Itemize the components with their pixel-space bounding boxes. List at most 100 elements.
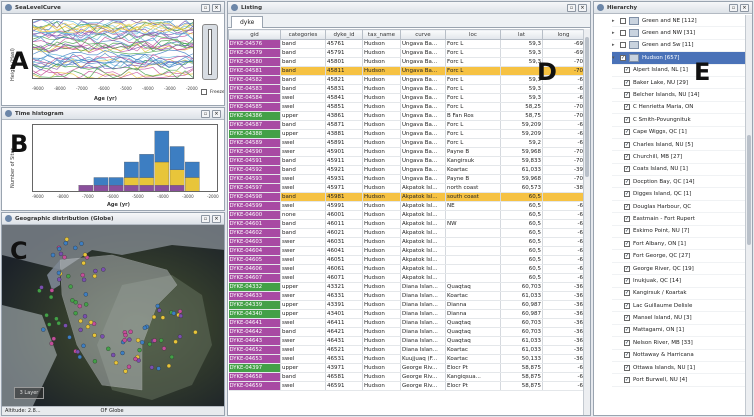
site-marker[interactable] — [78, 318, 83, 324]
tree-checkbox[interactable]: ✓ — [624, 364, 630, 371]
tree-checkbox[interactable]: ✓ — [624, 92, 630, 99]
tree-checkbox[interactable]: ✓ — [624, 79, 630, 86]
tree-item[interactable]: ✓ Port Burwell, NU [4] — [612, 374, 746, 387]
tree-checkbox[interactable]: ✓ — [624, 104, 630, 111]
site-marker[interactable] — [49, 288, 55, 293]
site-marker[interactable] — [62, 255, 67, 260]
tree-checkbox[interactable]: ✓ — [620, 54, 626, 61]
table-row[interactable]: DYKE-04397 upper 43971 Hudson George Riv... E… — [228, 363, 584, 373]
site-marker[interactable] — [152, 338, 157, 343]
site-marker[interactable] — [173, 339, 178, 344]
minimize-button[interactable]: ▫ — [201, 3, 210, 12]
site-marker[interactable] — [92, 359, 98, 364]
site-marker[interactable] — [133, 356, 138, 362]
column-header-curve[interactable]: curve — [400, 29, 446, 40]
site-marker[interactable] — [63, 323, 68, 328]
site-marker[interactable] — [80, 272, 85, 278]
site-marker[interactable] — [81, 343, 86, 348]
tree-item[interactable]: ✓ Nottaway & Harricana — [612, 350, 746, 362]
site-marker[interactable] — [56, 321, 61, 326]
table-row[interactable]: DYKE-04602 band 46021 Hudson Akpatok Isl... 6… — [228, 228, 584, 238]
tree-item[interactable]: ✓ Mattagami, ON [1] — [612, 325, 746, 338]
table-row[interactable]: DYKE-04607 swel 46071 Hudson Akpatok Isl... 6… — [228, 273, 584, 283]
globe-view[interactable]: 3 Layer — [2, 225, 224, 408]
site-marker[interactable] — [126, 364, 132, 369]
site-marker[interactable] — [147, 342, 152, 347]
tree-checkbox[interactable]: ✓ — [624, 203, 630, 210]
tree-item[interactable]: ▸ Green and NE [112] — [612, 15, 746, 28]
site-marker[interactable] — [49, 341, 54, 346]
close-button[interactable]: × — [740, 3, 749, 12]
site-marker[interactable] — [44, 313, 49, 318]
tree-checkbox[interactable]: ✓ — [624, 352, 630, 359]
tree-item[interactable]: ✓ Fort George, QC [27] — [612, 250, 746, 263]
table-row[interactable]: DYKE-04641 swel 46411 Hudson Diana Islan... Q… — [228, 318, 584, 328]
tree-item[interactable]: ✓ Nelson River, MB [33] — [612, 337, 746, 350]
table-row[interactable]: DYKE-04597 swel 45971 Hudson Akpatok Isl... n… — [228, 183, 584, 193]
site-marker[interactable] — [113, 360, 119, 365]
site-marker[interactable] — [169, 354, 174, 360]
column-header-long[interactable]: long — [542, 29, 584, 40]
site-marker[interactable] — [142, 325, 147, 330]
table-row[interactable]: DYKE-04604 swer 46041 Hudson Akpatok Isl... 6… — [228, 246, 584, 256]
column-header-categories[interactable]: categories — [280, 29, 326, 40]
tree-checkbox[interactable]: ✓ — [624, 377, 630, 384]
site-marker[interactable] — [156, 366, 161, 371]
site-marker[interactable] — [177, 334, 183, 339]
tree-checkbox[interactable]: ✓ — [624, 327, 630, 334]
site-marker[interactable] — [155, 303, 160, 309]
site-marker[interactable] — [78, 327, 83, 333]
site-marker[interactable] — [120, 350, 125, 356]
expand-toggle-icon[interactable]: ▸ — [612, 30, 618, 36]
site-marker[interactable] — [66, 274, 71, 279]
tree-item[interactable]: ▸ Green and Sw [11] — [612, 40, 746, 53]
site-marker[interactable] — [178, 313, 183, 319]
table-row[interactable]: DYKE-04593 swel 45931 Hudson Ungava Ba... Pay… — [228, 174, 584, 184]
close-button[interactable]: × — [212, 3, 221, 12]
site-marker[interactable] — [57, 277, 62, 282]
site-marker[interactable] — [75, 349, 80, 354]
tree-item[interactable]: ✓ Charles Island, NU [5] — [612, 139, 746, 152]
expand-toggle-icon[interactable]: ▸ — [612, 42, 618, 48]
table-row[interactable]: DYKE-04590 swer 45901 Hudson Ungava Ba... Pay… — [228, 147, 584, 157]
site-marker[interactable] — [111, 352, 116, 358]
site-marker[interactable] — [54, 316, 59, 321]
tree-checkbox[interactable]: ✓ — [624, 228, 630, 235]
site-marker[interactable] — [171, 311, 176, 316]
site-marker[interactable] — [73, 245, 78, 251]
tree-item[interactable]: ✓ George River, QC [19] — [612, 263, 746, 276]
site-marker[interactable] — [67, 335, 72, 340]
close-button[interactable]: × — [212, 214, 221, 223]
tree-item[interactable]: ✓ Alpert Island, NL [1] — [612, 65, 746, 77]
site-marker[interactable] — [88, 320, 94, 325]
site-marker[interactable] — [82, 314, 88, 319]
tree-item[interactable]: ▾ ✓ Hudson [657] — [612, 52, 746, 65]
tree-checkbox[interactable]: ✓ — [624, 290, 630, 297]
tree-checkbox[interactable]: ✓ — [624, 141, 630, 148]
table-row[interactable]: DYKE-04582 band 45821 Hudson Ungava Ba... For… — [228, 75, 584, 85]
column-header-gid[interactable]: gid — [228, 29, 281, 40]
site-marker[interactable] — [151, 314, 157, 320]
table-row[interactable]: DYKE-04583 band 45831 Hudson Ungava Ba... For… — [228, 84, 584, 94]
site-marker[interactable] — [85, 324, 91, 329]
site-marker[interactable] — [160, 315, 166, 320]
tree-item[interactable]: ✓ Eastmain - Fort Rupert — [612, 213, 746, 226]
table-row[interactable]: DYKE-04585 swel 45851 Hudson Ungava Ba... For… — [228, 102, 584, 112]
table-row[interactable]: DYKE-04642 band 46421 Hudson Diana Islan... Q… — [228, 327, 584, 337]
sea-level-slider[interactable] — [202, 24, 218, 80]
site-marker[interactable] — [101, 267, 106, 272]
table-row[interactable]: DYKE-04605 swel 46051 Hudson Akpatok Isl... 6… — [228, 255, 584, 265]
tree-checkbox[interactable]: ✓ — [624, 166, 630, 173]
tree-item[interactable]: ✓ Docption Bay, QC [14] — [612, 176, 746, 189]
table-row[interactable]: DYKE-04388 upper 43881 Hudson Ungava Ba... Fo… — [228, 129, 584, 139]
site-marker[interactable] — [41, 327, 46, 332]
tree-item[interactable]: ✓ Belcher Islands, NU [14] — [612, 89, 746, 102]
tree-checkbox[interactable]: ✓ — [624, 315, 630, 322]
site-marker[interactable] — [122, 338, 127, 343]
tree-checkbox[interactable]: ✓ — [624, 265, 630, 272]
tree-item[interactable]: ✓ Ottawa Islands, NU [1] — [612, 362, 746, 375]
site-marker[interactable] — [84, 302, 89, 307]
tree-checkbox[interactable]: ✓ — [624, 67, 630, 74]
freeze-box[interactable] — [201, 89, 207, 95]
tree-checkbox[interactable]: ✓ — [624, 240, 630, 247]
